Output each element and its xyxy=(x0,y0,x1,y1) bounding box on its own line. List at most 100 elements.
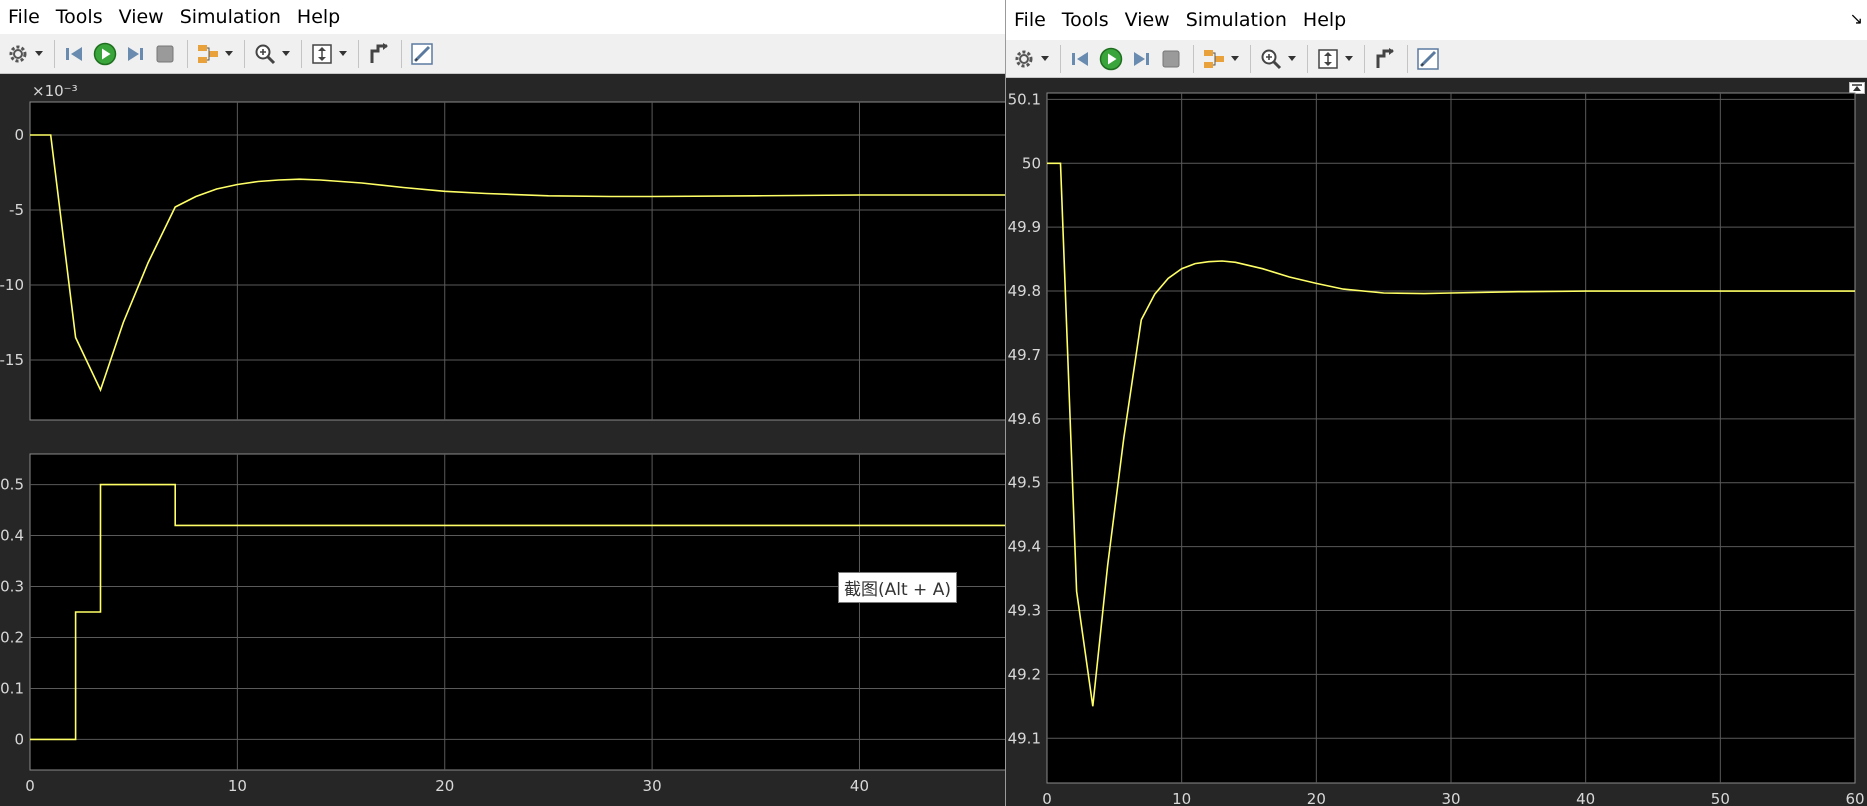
run-icon[interactable] xyxy=(91,40,119,68)
stop-icon[interactable] xyxy=(151,40,179,68)
chevron-down-icon[interactable] xyxy=(338,40,348,68)
menu-view[interactable]: View xyxy=(1117,9,1178,31)
style-icon[interactable] xyxy=(408,40,436,68)
y-tick-label: 0 xyxy=(14,730,24,748)
x-tick-labels: 0 10 20 30 40 50 60 xyxy=(1042,790,1864,806)
y-tick-label: 49.3 xyxy=(1008,602,1041,620)
axes-right: 49.1 49.2 49.3 49.4 49.5 49.6 49.7 49.8 49.9 50 50… xyxy=(1008,90,1865,806)
y-exponent-label: ×10⁻³ xyxy=(32,82,78,100)
y-tick-labels: 0 -5 -10 -15 xyxy=(0,126,24,369)
step-forward-icon[interactable] xyxy=(121,40,149,68)
dock-arrow-icon[interactable]: ↘ xyxy=(1850,12,1863,28)
y-tick-label: 50 xyxy=(1022,154,1041,172)
toolbar-separator xyxy=(244,39,245,68)
x-tick-label: 0 xyxy=(1042,790,1052,806)
chevron-down-icon[interactable] xyxy=(34,40,44,68)
y-tick-label: -10 xyxy=(0,276,24,294)
menu-help[interactable]: Help xyxy=(289,6,348,28)
toolbar-separator xyxy=(401,39,402,68)
menu-file[interactable]: File xyxy=(0,6,48,28)
toolbar xyxy=(0,34,1005,74)
toolbar-separator xyxy=(1407,44,1408,73)
autoscale-icon[interactable] xyxy=(308,40,336,68)
signal-tools-icon[interactable] xyxy=(194,40,222,68)
chevron-down-icon[interactable] xyxy=(1230,45,1240,73)
gear-icon[interactable] xyxy=(1010,45,1038,73)
y-tick-label: 49.6 xyxy=(1008,410,1041,428)
plot-area[interactable] xyxy=(29,453,1005,771)
menu-tools[interactable]: Tools xyxy=(1054,9,1117,31)
x-tick-label: 20 xyxy=(435,777,454,795)
menu-simulation[interactable]: Simulation xyxy=(1178,9,1295,31)
menu-tools[interactable]: Tools xyxy=(48,6,111,28)
toolbar-separator xyxy=(1364,44,1365,73)
chevron-down-icon[interactable] xyxy=(1287,45,1297,73)
x-tick-label: 40 xyxy=(850,777,869,795)
y-tick-label: -5 xyxy=(9,201,24,219)
step-forward-icon[interactable] xyxy=(1127,45,1155,73)
x-tick-label: 60 xyxy=(1845,790,1864,806)
highlight-block-icon[interactable] xyxy=(1371,45,1399,73)
x-tick-label: 50 xyxy=(1711,790,1730,806)
y-tick-label: 0.5 xyxy=(0,476,24,494)
y-tick-label: 0.3 xyxy=(0,578,24,596)
y-tick-label: 49.5 xyxy=(1008,474,1041,492)
y-tick-label: 0.1 xyxy=(0,679,24,697)
y-tick-labels: 49.1 49.2 49.3 49.4 49.5 49.6 49.7 49.8 49.9 50 50… xyxy=(1008,90,1041,747)
toolbar-separator xyxy=(1193,44,1194,73)
plots-area-right: 49.1 49.2 49.3 49.4 49.5 49.6 49.7 49.8 49.9 50 50… xyxy=(1008,90,1865,806)
scope-window-right: File Tools View Simulation Help ↘ 49.1 4… xyxy=(1005,0,1867,806)
chevron-down-icon[interactable] xyxy=(281,40,291,68)
x-tick-label: 20 xyxy=(1307,790,1326,806)
y-tick-label: 0 xyxy=(14,126,24,144)
x-tick-label: 40 xyxy=(1576,790,1595,806)
screenshot-tooltip: 截图(Alt + A) xyxy=(838,572,957,603)
stop-icon[interactable] xyxy=(1157,45,1185,73)
toolbar-separator xyxy=(358,39,359,68)
y-tick-label: 49.2 xyxy=(1008,665,1041,683)
chevron-down-icon[interactable] xyxy=(224,40,234,68)
menu-bar: File Tools View Simulation Help xyxy=(0,0,1005,34)
y-tick-label: 49.1 xyxy=(1008,729,1041,747)
gear-icon[interactable] xyxy=(4,40,32,68)
y-tick-label: 49.8 xyxy=(1008,282,1041,300)
menu-bar: File Tools View Simulation Help xyxy=(1006,0,1867,40)
style-icon[interactable] xyxy=(1414,45,1442,73)
x-tick-label: 30 xyxy=(643,777,662,795)
menu-simulation[interactable]: Simulation xyxy=(172,6,289,28)
toolbar-separator xyxy=(187,39,188,68)
step-back-icon[interactable] xyxy=(1067,45,1095,73)
y-tick-label: 0.4 xyxy=(0,527,24,545)
toolbar xyxy=(1006,40,1867,78)
menu-view[interactable]: View xyxy=(111,6,172,28)
y-tick-label: 49.7 xyxy=(1008,346,1041,364)
toolbar-separator xyxy=(1060,44,1061,73)
chevron-down-icon[interactable] xyxy=(1040,45,1050,73)
toolbar-separator xyxy=(1250,44,1251,73)
axes-top-left: ×10⁻³ 0 -5 -10 -15 xyxy=(0,82,1005,421)
y-tick-labels: 0 0.1 0.2 0.3 0.4 0.5 xyxy=(0,476,24,749)
plots-area-left: ×10⁻³ 0 -5 -10 -15 0 0.1 0.2 0.3 0.4 0.5 0 10 20 30… xyxy=(0,82,1005,795)
toolbar-separator xyxy=(301,39,302,68)
chevron-down-icon[interactable] xyxy=(1344,45,1354,73)
plot-area[interactable] xyxy=(29,101,1005,421)
signal-tools-icon[interactable] xyxy=(1200,45,1228,73)
menu-help[interactable]: Help xyxy=(1295,9,1354,31)
scope-window-left: File Tools View Simulation Help ×10⁻³ 0 … xyxy=(0,0,1005,806)
y-tick-label: 49.9 xyxy=(1008,218,1041,236)
y-tick-label: -15 xyxy=(0,351,24,369)
toolbar-separator xyxy=(54,39,55,68)
run-icon[interactable] xyxy=(1097,45,1125,73)
y-tick-label: 49.4 xyxy=(1008,538,1041,556)
autoscale-icon[interactable] xyxy=(1314,45,1342,73)
toolbar-separator xyxy=(1307,44,1308,73)
menu-file[interactable]: File xyxy=(1006,9,1054,31)
x-tick-label: 10 xyxy=(228,777,247,795)
x-tick-label: 30 xyxy=(1441,790,1460,806)
y-tick-label: 0.2 xyxy=(0,628,24,646)
step-back-icon[interactable] xyxy=(61,40,89,68)
highlight-block-icon[interactable] xyxy=(365,40,393,68)
zoom-icon[interactable] xyxy=(251,40,279,68)
zoom-icon[interactable] xyxy=(1257,45,1285,73)
x-tick-label: 0 xyxy=(25,777,35,795)
